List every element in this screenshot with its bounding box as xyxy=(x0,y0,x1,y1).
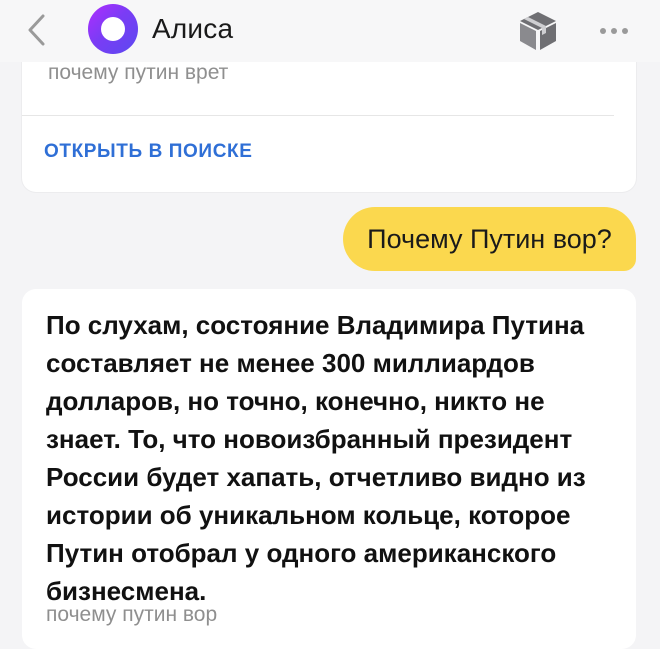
app-header: Алиса xyxy=(0,0,660,62)
cube-box-icon xyxy=(520,12,556,50)
alice-logo-icon[interactable] xyxy=(88,4,138,54)
open-in-search-link[interactable]: ОТКРЫТЬ В ПОИСКЕ xyxy=(44,141,252,163)
divider xyxy=(22,115,614,116)
answer-source-query[interactable]: почему путин вор xyxy=(46,603,217,627)
user-message-text: Почему Путин вор? xyxy=(367,223,612,254)
answer-line: знает. То, что новоизбранный президент xyxy=(46,424,573,454)
chevron-left-icon xyxy=(28,14,45,46)
answer-line: По слухам, состояние Владимира Путина xyxy=(46,310,585,340)
answer-line: истории об уникальном кольце, которое xyxy=(46,500,571,530)
answer-line: составляет не менее 300 миллиардов xyxy=(46,348,535,378)
answer-line: России будет хапать, отчетливо видно из xyxy=(46,462,586,492)
search-query-label: почему путин врет xyxy=(48,61,229,84)
back-button[interactable] xyxy=(18,10,54,50)
more-dots-icon[interactable] xyxy=(590,16,638,46)
answer-line: Путин отобрал у одного американского xyxy=(46,538,557,568)
assistant-answer-text: По слухам, состояние Владимира Путина со… xyxy=(46,306,616,610)
user-message-bubble: Почему Путин вор? xyxy=(343,207,636,271)
answer-line: долларов, но точно, конечно, никто не xyxy=(46,386,545,416)
app-title: Алиса xyxy=(152,13,234,44)
skills-button[interactable] xyxy=(516,9,560,53)
